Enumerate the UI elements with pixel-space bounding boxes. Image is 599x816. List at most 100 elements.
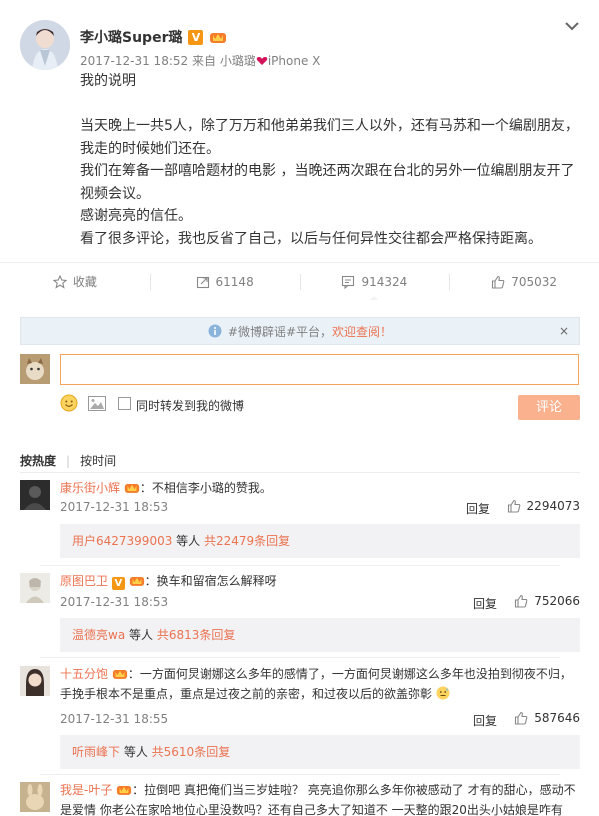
comment-avatar[interactable]: [20, 573, 50, 603]
like-button[interactable]: 705032: [449, 263, 599, 300]
comment-text: ：换车和留宿怎么解释呀: [144, 574, 277, 588]
rumor-notice[interactable]: #微博辟谣#平台， 欢迎查阅！ ×: [20, 317, 580, 345]
source-name[interactable]: 小璐璐: [220, 54, 256, 68]
comment-button[interactable]: 914324: [299, 263, 450, 301]
favorite-label: 收藏: [72, 275, 97, 289]
author-name[interactable]: 李小璐Super璐: [80, 27, 182, 47]
thumbs-up-icon: [515, 711, 528, 725]
comment-input[interactable]: [60, 354, 579, 385]
comment-avatar[interactable]: [20, 480, 50, 510]
notice-link[interactable]: 欢迎查阅！: [332, 323, 392, 340]
image-icon[interactable]: [88, 396, 106, 411]
comment-text-line: 手挽手根本不是重点，重点是过夜之前的亲密，和过夜以后的欲盖弥彰: [60, 686, 580, 703]
forward-checkbox[interactable]: [118, 397, 131, 410]
sub-reply-link[interactable]: 共6813条回复: [157, 628, 236, 642]
post-meta: 2017-12-31 18:52 来自 小璐璐 iPhone X: [80, 52, 320, 69]
sub-reply-user[interactable]: 听雨峰下: [72, 745, 120, 759]
sub-reply-link[interactable]: 共22479条回复: [204, 534, 290, 548]
comment-text: ：拉倒吧 真把俺们当三岁娃啦？ 亮亮追你那么多年你被感动了 才有的甜心，感动不: [132, 783, 576, 797]
reply-button[interactable]: 回复: [466, 500, 490, 517]
comment-like-button[interactable]: 2294073: [507, 499, 580, 513]
sub-replies[interactable]: 用户6427399003 等人 共22479条回复: [60, 524, 580, 558]
notice-text: #微博辟谣#平台，: [227, 324, 333, 339]
post-line: 我们在筹备一部嘻哈题材的电影 ，当晚还两次跟在台北的另外一位编剧朋友开了: [80, 163, 575, 179]
sub-reply-user[interactable]: 温德亮wa: [72, 628, 125, 642]
divider: [40, 657, 560, 658]
post-line: 视频会议。: [80, 185, 150, 202]
author-avatar[interactable]: [20, 20, 70, 70]
sort-tabs: 按热度 | 按时间: [20, 452, 116, 469]
verified-badge: V: [111, 577, 125, 590]
comment-like-count: 587646: [534, 711, 580, 725]
comment-avatar[interactable]: [20, 782, 50, 812]
thumbs-up-icon: [515, 594, 528, 608]
comments-area: #微博辟谣#平台， 欢迎查阅！ × 同时转发到我的微博 评论 按热度 | 按时间 …: [0, 300, 599, 816]
comment-count: 914324: [361, 274, 408, 289]
repost-count: 61148: [215, 274, 254, 289]
comment-text-line: 我是-叶子 ：拉倒吧 真把俺们当三岁娃啦？ 亮亮追你那么多年你被感动了 才有的甜…: [60, 782, 580, 799]
post-line: [80, 93, 580, 116]
comment-username[interactable]: 十五分饱: [60, 667, 108, 681]
reply-button[interactable]: 回复: [473, 712, 497, 729]
comment-item: 十五分饱 ：一方面何炅谢娜这么多年的感情了，一方面何炅谢娜这么多年也没拍到彻夜不…: [20, 666, 580, 769]
vip-crown-icon: [124, 483, 139, 493]
vip-crown-icon: [112, 669, 127, 679]
post-line: 当天晚上一共5人，除了万万和他弟弟我们三人以外，还有马苏和一个编剧朋友，: [80, 118, 579, 134]
post-action-bar: 收藏 61148 914324 705032: [0, 262, 599, 301]
comment-like-count: 2294073: [526, 499, 580, 513]
comment-item: 原图巴卫 V ：换车和留宿怎么解释呀 2017-12-31 18:53 回复 7…: [20, 573, 580, 653]
comment-text-line: 十五分饱 ：一方面何炅谢娜这么多年的感情了，一方面何炅谢娜这么多年也没拍到彻夜不…: [60, 666, 580, 683]
comment-username[interactable]: 康乐街小辉: [60, 481, 120, 495]
thumbs-up-icon: [507, 499, 520, 513]
reply-button[interactable]: 回复: [473, 595, 497, 612]
sub-reply-mid: 等人: [120, 745, 152, 759]
comment-text-line: 原图巴卫 V ：换车和留宿怎么解释呀: [60, 573, 580, 590]
post-body: 我的说明 当天晚上一共5人，除了万万和他弟弟我们三人以外，还有马苏和一个编剧朋友…: [80, 70, 580, 250]
tab-sort-time[interactable]: 按时间: [80, 452, 116, 469]
info-icon: [208, 324, 222, 338]
submit-comment-button[interactable]: 评论: [518, 395, 580, 420]
close-icon[interactable]: ×: [559, 324, 569, 338]
comment-text: ：一方面何炅谢娜这么多年的感情了，一方面何炅谢娜这么多年也没拍到彻夜不归，: [127, 667, 572, 681]
comment-item: 我是-叶子 ：拉倒吧 真把俺们当三岁娃啦？ 亮亮追你那么多年你被感动了 才有的甜…: [20, 782, 580, 816]
sub-reply-link[interactable]: 共5610条回复: [152, 745, 231, 759]
sub-reply-mid: 等人: [125, 628, 157, 642]
tab-sort-hot[interactable]: 按热度: [20, 452, 56, 469]
source-device[interactable]: iPhone X: [268, 54, 321, 68]
sub-replies[interactable]: 温德亮wa 等人 共6813条回复: [60, 618, 580, 652]
sub-reply-user[interactable]: 用户6427399003: [72, 534, 172, 548]
star-icon: [52, 274, 67, 289]
post-timestamp[interactable]: 2017-12-31 18:52: [80, 54, 188, 68]
comment-time: 2017-12-31 18:53: [60, 595, 169, 609]
thumbs-up-icon: [492, 275, 505, 289]
comments-panel: #微博辟谣#平台， 欢迎查阅！ × 同时转发到我的微博 评论 按热度 | 按时间 …: [0, 300, 599, 816]
post-line: 看了很多评论，我也反省了自己，以后与任何异性交往都会严格保持距离。: [80, 230, 542, 247]
weibo-post: 李小璐Super璐 V 2017-12-31 18:52 来自 小璐璐 iPhon…: [0, 0, 599, 262]
comment-username[interactable]: 原图巴卫: [60, 574, 108, 588]
comment-text: 是爱情 你老公在家哈地位心里没数吗？还有自己多大了知道不 一天整的跟20出头小姑…: [60, 803, 563, 816]
vip-crown-icon: [210, 33, 227, 43]
emoji-icon[interactable]: [60, 394, 78, 412]
favorite-button[interactable]: 收藏: [0, 263, 150, 300]
comment-text-line: 是爱情 你老公在家哈地位心里没数吗？还有自己多大了知道不 一天整的跟20出头小姑…: [60, 802, 580, 816]
divider: [40, 774, 560, 775]
repost-button[interactable]: 61148: [149, 263, 300, 300]
heart-icon: [256, 57, 268, 65]
my-avatar[interactable]: [20, 354, 50, 384]
post-line: 我走的时候她们还在。: [80, 140, 220, 157]
comment-like-button[interactable]: 752066: [514, 594, 580, 608]
comment-avatar[interactable]: [20, 666, 50, 696]
vip-crown-icon: [117, 785, 132, 795]
comment-username[interactable]: 我是-叶子: [60, 783, 112, 797]
divider: [20, 472, 580, 473]
post-line: 感谢亮亮的信任。: [80, 208, 192, 224]
like-count: 705032: [511, 274, 558, 289]
author-name-row: 李小璐Super璐 V: [80, 27, 227, 47]
verified-badge: V: [188, 29, 204, 45]
chevron-down-icon[interactable]: [565, 20, 579, 32]
vip-crown-icon: [129, 576, 144, 586]
source-prefix: 来自: [191, 54, 216, 68]
sub-replies[interactable]: 听雨峰下 等人 共5610条回复: [60, 735, 580, 769]
comment-text-line: 康乐街小辉 ：不相信李小璐的赞我。: [60, 480, 580, 497]
comment-like-button[interactable]: 587646: [514, 711, 580, 725]
